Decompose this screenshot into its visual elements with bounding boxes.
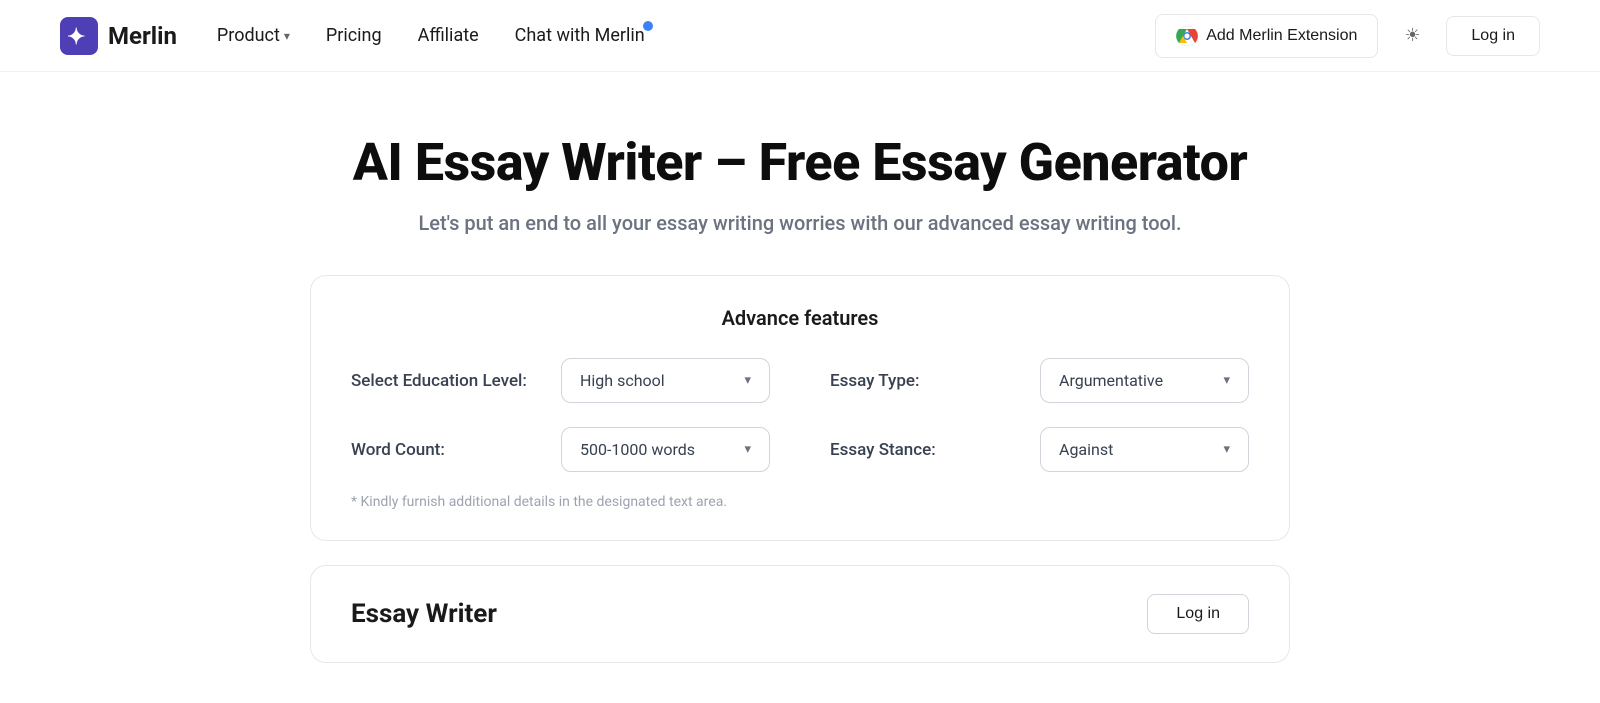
education-level-select[interactable]: High school ▾ — [561, 358, 770, 403]
essay-type-select[interactable]: Argumentative ▾ — [1040, 358, 1249, 403]
essay-type-label: Essay Type: — [830, 371, 1020, 391]
nav-pricing-label: Pricing — [326, 25, 382, 46]
header-login-button[interactable]: Log in — [1446, 16, 1540, 56]
nav-chat[interactable]: Chat with Merlin — [515, 25, 645, 46]
logo[interactable]: ✦ Merlin — [60, 17, 177, 55]
nav-affiliate-label: Affiliate — [418, 25, 479, 46]
chrome-icon — [1176, 25, 1198, 47]
nav-chat-label: Chat with Merlin — [515, 25, 645, 46]
essay-type-row: Essay Type: Argumentative ▾ — [830, 358, 1249, 403]
essay-stance-select[interactable]: Against ▾ — [1040, 427, 1249, 472]
word-count-chevron-icon: ▾ — [744, 442, 751, 457]
features-card: Advance features Select Education Level:… — [310, 275, 1290, 541]
nav-affiliate[interactable]: Affiliate — [418, 25, 479, 46]
word-count-label: Word Count: — [351, 440, 541, 460]
education-chevron-icon: ▾ — [744, 373, 751, 388]
word-count-select[interactable]: 500-1000 words ▾ — [561, 427, 770, 472]
nav-product[interactable]: Product ▾ — [217, 25, 290, 46]
word-count-row: Word Count: 500-1000 words ▾ — [351, 427, 770, 472]
education-level-row: Select Education Level: High school ▾ — [351, 358, 770, 403]
essay-writer-title: Essay Writer — [351, 599, 497, 629]
essay-login-button[interactable]: Log in — [1147, 594, 1249, 634]
add-chrome-extension-button[interactable]: Add Merlin Extension — [1155, 14, 1378, 58]
nav-product-label: Product — [217, 25, 280, 46]
essay-stance-label: Essay Stance: — [830, 440, 1020, 460]
features-card-title: Advance features — [351, 306, 1249, 330]
nav-pricing[interactable]: Pricing — [326, 25, 382, 46]
chevron-down-icon: ▾ — [284, 29, 290, 43]
essay-writer-card: Essay Writer Log in — [310, 565, 1290, 663]
header-login-label: Log in — [1471, 27, 1515, 44]
page-title: AI Essay Writer – Free Essay Generator — [353, 132, 1248, 193]
essay-type-chevron-icon: ▾ — [1223, 373, 1230, 388]
features-note: * Kindly furnish additional details in t… — [351, 494, 1249, 510]
essay-stance-chevron-icon: ▾ — [1223, 442, 1230, 457]
essay-type-value: Argumentative — [1059, 371, 1163, 390]
theme-toggle-button[interactable]: ☀ — [1394, 18, 1430, 54]
word-count-value: 500-1000 words — [580, 440, 695, 459]
sun-icon: ☀ — [1404, 25, 1420, 46]
svg-text:✦: ✦ — [67, 25, 85, 50]
page-subtitle: Let's put an end to all your essay writi… — [418, 211, 1181, 235]
merlin-logo-icon: ✦ — [60, 17, 98, 55]
education-level-value: High school — [580, 371, 665, 390]
logo-text: Merlin — [108, 22, 177, 50]
education-level-label: Select Education Level: — [351, 371, 541, 391]
essay-stance-row: Essay Stance: Against ▾ — [830, 427, 1249, 472]
chat-notification-dot — [643, 21, 653, 31]
essay-stance-value: Against — [1059, 440, 1113, 459]
chrome-ext-btn-label: Add Merlin Extension — [1206, 27, 1357, 45]
essay-login-label: Log in — [1176, 605, 1220, 622]
